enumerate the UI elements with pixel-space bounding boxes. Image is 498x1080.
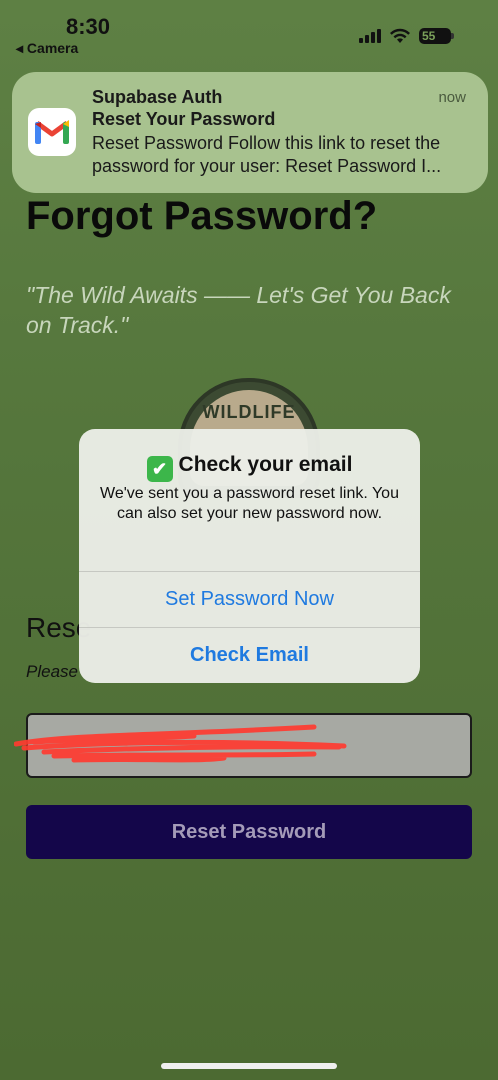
alert-title-text: Check your email — [178, 453, 353, 476]
check-email-alert: ✔ Check your email We've sent you a passw… — [79, 429, 420, 683]
home-indicator[interactable] — [161, 1063, 337, 1069]
notification-title: Reset Your Password — [92, 109, 276, 129]
wifi-icon — [390, 28, 410, 43]
notification-app-name: Supabase Auth — [92, 87, 223, 107]
set-password-now-button[interactable]: Set Password Now — [79, 572, 420, 627]
status-time: 8:30 — [66, 14, 111, 39]
reset-password-button[interactable]: Reset Password — [26, 805, 472, 859]
signal-icon — [359, 29, 381, 43]
battery-level: 55 — [422, 29, 436, 43]
notification-banner[interactable]: Supabase Auth now Reset Your Password Re… — [12, 72, 488, 193]
redaction-scribble — [14, 724, 347, 763]
notification-time: now — [438, 89, 466, 106]
status-icons: 55 — [359, 28, 454, 44]
gmail-icon — [28, 108, 76, 156]
notification-body: Reset Password Follow this link to reset… — [92, 133, 442, 176]
reset-instructions: Please — [26, 662, 78, 681]
tagline: "The Wild Awaits —— Let's Get You Back o… — [26, 282, 451, 338]
alert-message: We've sent you a password reset link. Yo… — [100, 485, 399, 522]
check-mark-icon: ✔ — [146, 456, 173, 482]
battery-icon: 55 — [419, 28, 454, 44]
page-title: Forgot Password? — [26, 194, 378, 238]
alert-title: ✔ Check your email — [79, 453, 420, 482]
check-email-button[interactable]: Check Email — [79, 628, 420, 683]
back-to-camera-link[interactable]: ◂ Camera — [16, 40, 78, 57]
